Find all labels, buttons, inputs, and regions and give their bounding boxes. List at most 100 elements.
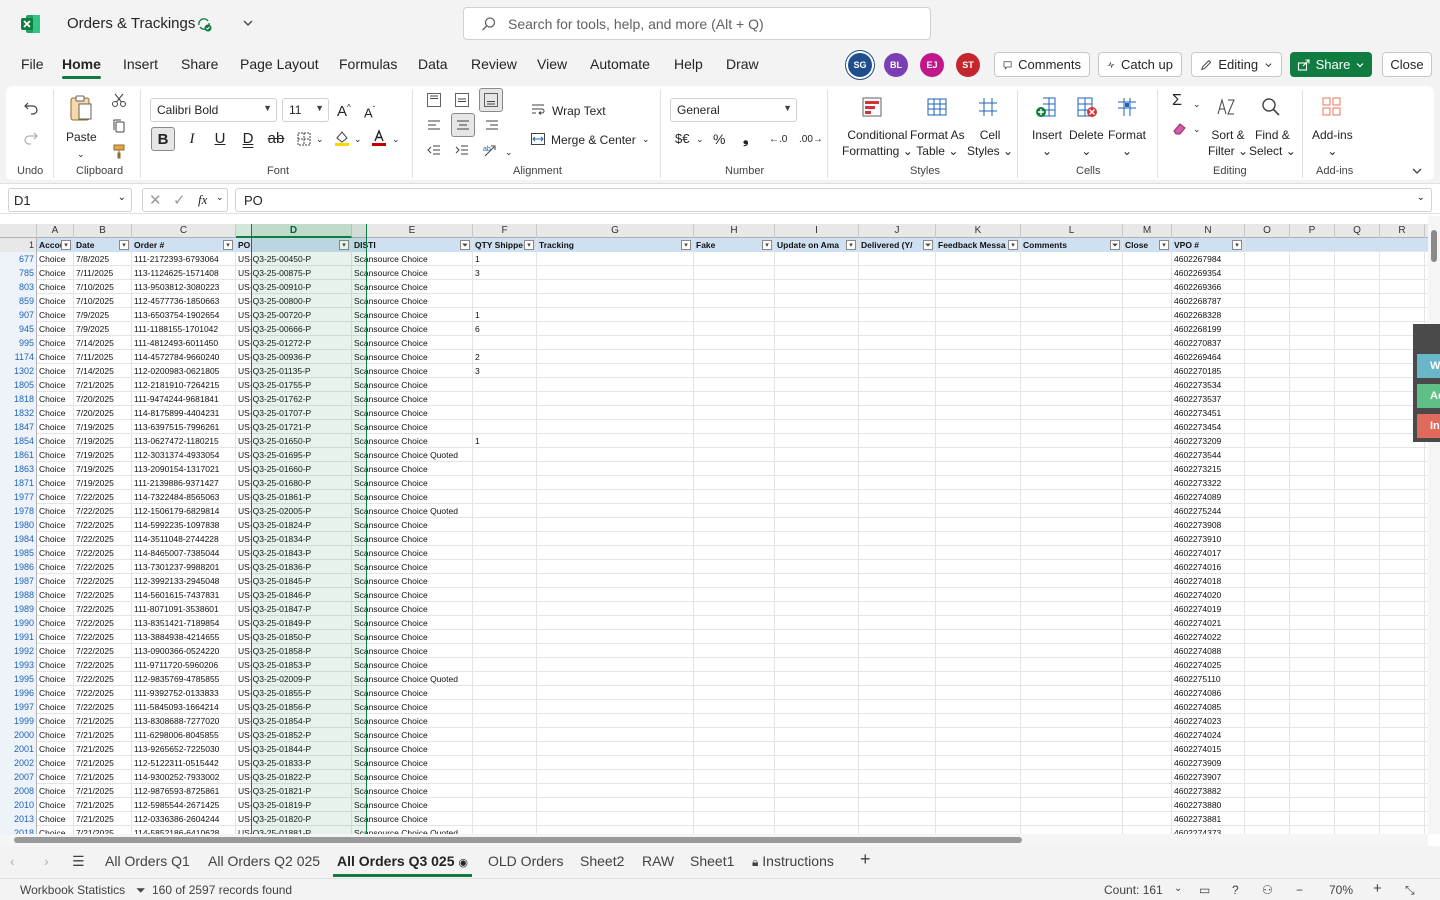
cell[interactable] — [775, 420, 859, 434]
cell[interactable] — [1380, 266, 1425, 280]
cell[interactable]: Choice — [37, 266, 74, 280]
cell[interactable]: US-Q3-25-02009-P — [236, 672, 352, 686]
cell[interactable]: 4602269366 — [1172, 280, 1245, 294]
cell[interactable] — [1380, 658, 1425, 672]
cell[interactable] — [936, 672, 1021, 686]
cell[interactable] — [1245, 322, 1290, 336]
cell[interactable] — [537, 658, 694, 672]
chevron-down-icon[interactable]: ⌄ — [1193, 121, 1201, 137]
cell[interactable] — [694, 602, 775, 616]
cell[interactable] — [694, 560, 775, 574]
sheet-tab-locked[interactable]: 🔒︎ Instructions — [752, 853, 834, 870]
cell[interactable] — [473, 728, 537, 742]
column-header[interactable]: M — [1123, 224, 1172, 238]
next-sheet-icon[interactable]: › — [44, 853, 49, 869]
close-button[interactable]: Close — [1382, 52, 1432, 77]
cell[interactable] — [1245, 672, 1290, 686]
cell[interactable] — [694, 574, 775, 588]
font-size-select[interactable]: 11 ▼ — [282, 98, 329, 122]
cell[interactable] — [1123, 378, 1172, 392]
cell[interactable] — [1245, 770, 1290, 784]
cell[interactable] — [1245, 798, 1290, 812]
cell[interactable]: Choice — [37, 700, 74, 714]
align-middle-icon[interactable] — [454, 92, 470, 108]
cell[interactable]: Scansource Choice — [352, 546, 473, 560]
cell[interactable]: 113-0900366-0524220 — [132, 644, 236, 658]
cell[interactable] — [537, 364, 694, 378]
cell[interactable] — [1245, 560, 1290, 574]
cell[interactable] — [1380, 714, 1425, 728]
cell[interactable]: Choice — [37, 798, 74, 812]
cell[interactable] — [537, 770, 694, 784]
cell[interactable] — [1123, 574, 1172, 588]
cell[interactable] — [537, 798, 694, 812]
cell[interactable]: Choice — [37, 532, 74, 546]
column-filter-header[interactable]: PO ▾ — [236, 238, 352, 252]
cell[interactable] — [694, 364, 775, 378]
cell[interactable]: Choice — [37, 406, 74, 420]
cell[interactable] — [537, 560, 694, 574]
cell[interactable] — [473, 770, 537, 784]
cell[interactable] — [1123, 700, 1172, 714]
cell[interactable] — [859, 280, 936, 294]
cell[interactable]: Scansource Choice — [352, 616, 473, 630]
sheet-tab[interactable]: Sheet1 — [690, 853, 734, 869]
align-bottom-button[interactable] — [479, 88, 503, 112]
cell[interactable] — [1021, 476, 1123, 490]
cell[interactable] — [1021, 504, 1123, 518]
column-header[interactable]: D — [236, 224, 352, 238]
cell[interactable] — [1021, 350, 1123, 364]
cell[interactable]: US-Q3-25-01135-P — [236, 364, 352, 378]
cell[interactable]: US-Q3-25-01833-P — [236, 756, 352, 770]
cell[interactable] — [1245, 378, 1290, 392]
cell[interactable] — [1245, 420, 1290, 434]
cell[interactable] — [1123, 336, 1172, 350]
cell[interactable] — [936, 630, 1021, 644]
cell[interactable] — [473, 294, 537, 308]
cell[interactable] — [859, 266, 936, 280]
filter-applied-icon[interactable]: ⏷ — [923, 240, 933, 250]
cell[interactable] — [936, 308, 1021, 322]
cell[interactable]: Scansource Choice — [352, 280, 473, 294]
cell[interactable] — [1123, 742, 1172, 756]
cell[interactable] — [1245, 756, 1290, 770]
cell[interactable] — [694, 406, 775, 420]
cell[interactable]: 7/11/2025 — [74, 350, 132, 364]
cell[interactable] — [1290, 322, 1335, 336]
column-filter-header[interactable]: Close ▾ — [1123, 238, 1172, 252]
cell[interactable] — [1123, 756, 1172, 770]
cell[interactable]: 114-4572784-9660240 — [132, 350, 236, 364]
row-number[interactable]: 1818 — [0, 392, 37, 406]
cell[interactable] — [936, 434, 1021, 448]
cell[interactable]: 114-3511048-2744228 — [132, 532, 236, 546]
cell[interactable] — [1380, 448, 1425, 462]
cell[interactable] — [1290, 294, 1335, 308]
cell[interactable] — [1290, 336, 1335, 350]
cell[interactable] — [936, 728, 1021, 742]
cell[interactable] — [473, 532, 537, 546]
cell[interactable]: 4602273908 — [1172, 518, 1245, 532]
cell[interactable]: 114-5852186-6410628 — [132, 826, 236, 834]
cell[interactable] — [1290, 252, 1335, 266]
column-header[interactable]: P — [1290, 224, 1335, 238]
row-number[interactable]: 1988 — [0, 588, 37, 602]
cell[interactable] — [936, 686, 1021, 700]
cell[interactable] — [1245, 266, 1290, 280]
cell[interactable] — [775, 630, 859, 644]
cell[interactable] — [537, 294, 694, 308]
cell[interactable]: Choice — [37, 588, 74, 602]
cell[interactable] — [1335, 448, 1380, 462]
column-filter-header[interactable]: VPO # ▾ — [1172, 238, 1245, 252]
avatar-st[interactable]: ST — [956, 53, 980, 77]
row-number[interactable]: 2013 — [0, 812, 37, 826]
cell[interactable] — [775, 798, 859, 812]
cell[interactable] — [694, 266, 775, 280]
delete-cells-icon[interactable] — [1076, 96, 1098, 118]
sheet-tab[interactable]: All Orders Q1 — [105, 853, 190, 869]
avatar-bl[interactable]: BL — [884, 53, 908, 77]
cell[interactable] — [694, 686, 775, 700]
cell[interactable] — [1335, 686, 1380, 700]
cell[interactable] — [694, 518, 775, 532]
cell[interactable]: 4602274086 — [1172, 686, 1245, 700]
cell[interactable] — [1335, 350, 1380, 364]
